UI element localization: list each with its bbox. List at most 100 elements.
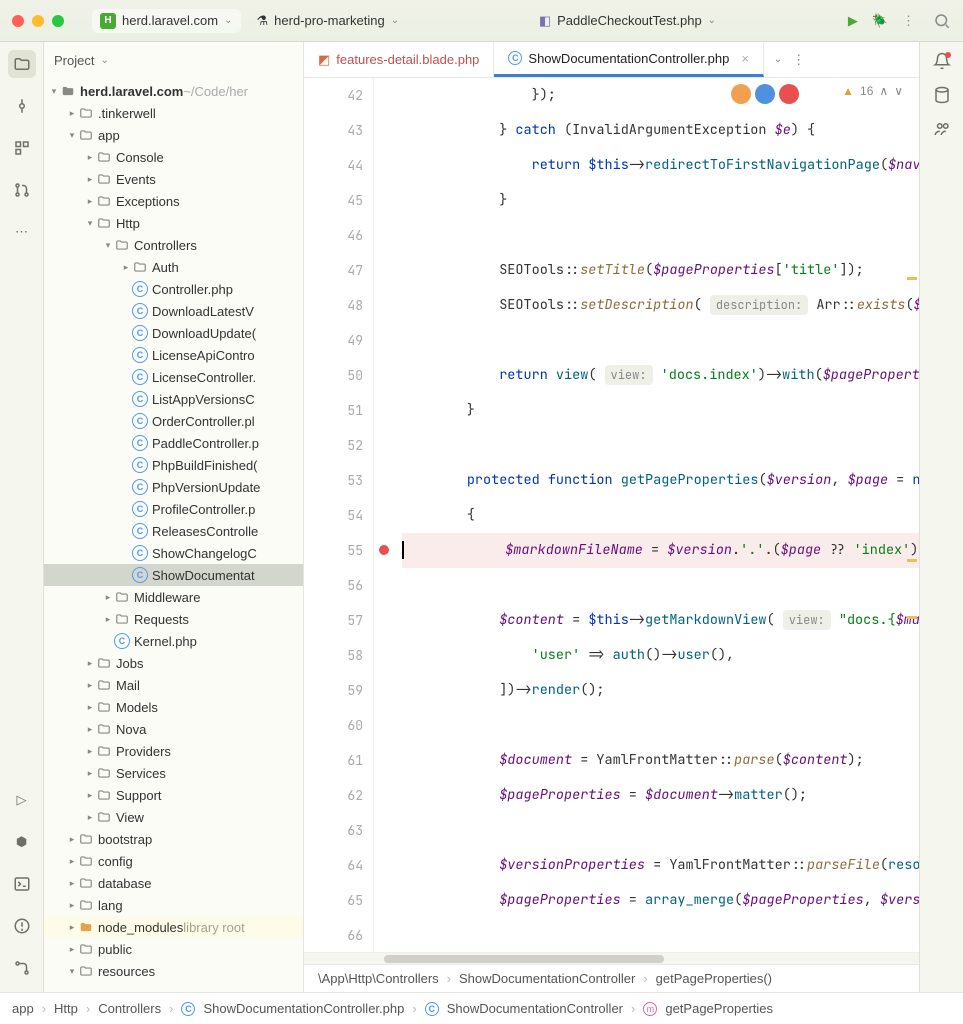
database-icon[interactable] (933, 86, 951, 104)
tree-item[interactable]: ▸database (44, 872, 303, 894)
tree-item[interactable]: ▸Support (44, 784, 303, 806)
crumb-namespace[interactable]: \App\Http\Controllers (318, 971, 439, 986)
tree-item[interactable]: ▸.tinkerwell (44, 102, 303, 124)
tree-item[interactable]: CReleasesControlle (44, 520, 303, 542)
tree-item[interactable]: ▸Console (44, 146, 303, 168)
navigation-bar[interactable]: app› Http› Controllers› C ShowDocumentat… (0, 992, 963, 1024)
tree-item[interactable]: CPaddleController.p (44, 432, 303, 454)
more-icon[interactable]: ⋮ (902, 13, 915, 29)
crumb-item[interactable]: ShowDocumentationController.php (203, 1001, 404, 1016)
tree-item[interactable]: ▸Exceptions (44, 190, 303, 212)
tree-item[interactable]: CDownloadLatestV (44, 300, 303, 322)
class-icon: C (181, 1002, 195, 1016)
project-selector-1[interactable]: H herd.laravel.com ⌄ (92, 9, 241, 33)
tab-show-documentation[interactable]: C ShowDocumentationController.php × (494, 42, 764, 77)
code-content[interactable]: }); } catch (InvalidArgumentException $e… (394, 78, 919, 952)
services-tool-icon[interactable]: ⬢ (8, 828, 36, 856)
title-bar: H herd.laravel.com ⌄ ⚗ herd-pro-marketin… (0, 0, 963, 42)
tree-item[interactable]: ▸config (44, 850, 303, 872)
tree-item[interactable]: ▸Providers (44, 740, 303, 762)
tab-label: ShowDocumentationController.php (528, 51, 729, 66)
tree-item[interactable]: CPhpVersionUpdate (44, 476, 303, 498)
crumb-item[interactable]: Http (54, 1001, 78, 1016)
crumb-item[interactable]: ShowDocumentationController (447, 1001, 623, 1016)
more-tool-icon[interactable]: ⋯ (8, 218, 36, 246)
tree-item[interactable]: ▸Services (44, 762, 303, 784)
project-tool-icon[interactable] (8, 50, 36, 78)
tab-features-blade[interactable]: ◩ features-detail.blade.php (304, 42, 494, 77)
project-name: herd.laravel.com (122, 13, 218, 28)
inspection-bar[interactable]: ▲ 16 ∧ ∨ (842, 84, 903, 98)
tree-item[interactable]: ▸Nova (44, 718, 303, 740)
crumb-item[interactable]: getPageProperties (665, 1001, 773, 1016)
tree-item[interactable]: ▾Controllers (44, 234, 303, 256)
crumb-item[interactable]: app (12, 1001, 34, 1016)
terminal-tool-icon[interactable] (8, 870, 36, 898)
run-config-label: PaddleCheckoutTest.php (557, 13, 702, 28)
breakpoint-column[interactable] (374, 78, 394, 952)
problems-tool-icon[interactable] (8, 912, 36, 940)
close-window[interactable] (12, 15, 24, 27)
tree-item[interactable]: ▸node_modules library root (44, 916, 303, 938)
vcs-tool-icon[interactable] (8, 954, 36, 982)
close-icon[interactable]: × (741, 51, 749, 66)
tree-item[interactable]: ▸Models (44, 696, 303, 718)
tree-item[interactable]: ▸public (44, 938, 303, 960)
editor-breadcrumb[interactable]: \App\Http\Controllers› ShowDocumentation… (304, 964, 919, 992)
tree-item[interactable]: CShowChangelogC (44, 542, 303, 564)
tree-item[interactable]: CController.php (44, 278, 303, 300)
pull-requests-icon[interactable] (8, 176, 36, 204)
tree-item[interactable]: CKernel.php (44, 630, 303, 652)
crumb-class[interactable]: ShowDocumentationController (459, 971, 635, 986)
tree-item[interactable]: CProfileController.p (44, 498, 303, 520)
project-header[interactable]: Project ⌄ (44, 42, 303, 78)
tree-item[interactable]: CListAppVersionsC (44, 388, 303, 410)
run-icon[interactable]: ▶ (848, 13, 858, 29)
tree-item[interactable]: COrderController.pl (44, 410, 303, 432)
current-run-config[interactable]: ◧ PaddleCheckoutTest.php ⌄ (415, 13, 840, 29)
crumb-method[interactable]: getPageProperties() (656, 971, 772, 986)
tree-item[interactable]: ▸bootstrap (44, 828, 303, 850)
tree-item[interactable]: ▸Auth (44, 256, 303, 278)
crumb-item[interactable]: Controllers (98, 1001, 161, 1016)
chevron-down-icon: ⌄ (100, 55, 108, 66)
php-test-icon: ◧ (539, 13, 551, 29)
notifications-icon[interactable] (933, 52, 951, 70)
tree-item[interactable]: ▾Http (44, 212, 303, 234)
tree-item[interactable]: CPhpBuildFinished( (44, 454, 303, 476)
tree-item[interactable]: ▸lang (44, 894, 303, 916)
prev-icon[interactable]: ∧ (879, 84, 888, 98)
code-area[interactable]: 4243444546474849505152535455565758596061… (304, 78, 919, 952)
debug-icon[interactable]: 🪲 (872, 13, 888, 29)
tree-item[interactable]: ▸Requests (44, 608, 303, 630)
tree-item[interactable]: CShowDocumentat (44, 564, 303, 586)
tree-item[interactable]: CLicenseController. (44, 366, 303, 388)
project-selector-2[interactable]: ⚗ herd-pro-marketing ⌄ (249, 9, 408, 33)
search-icon[interactable] (933, 12, 951, 30)
tree-item[interactable]: ▾resources (44, 960, 303, 982)
maximize-window[interactable] (52, 15, 64, 27)
project-tree[interactable]: ▾herd.laravel.com ~/Code/her▸.tinkerwell… (44, 78, 303, 992)
tree-item[interactable]: ▸Jobs (44, 652, 303, 674)
run-tool-icon[interactable]: ▷ (8, 786, 36, 814)
horizontal-scrollbar[interactable] (304, 952, 919, 964)
blade-icon: ◩ (318, 52, 330, 68)
next-icon[interactable]: ∨ (894, 84, 903, 98)
more-icon[interactable]: ⋮ (792, 52, 805, 68)
tree-item[interactable]: CLicenseApiContro (44, 344, 303, 366)
chevron-down-icon: ⌄ (708, 15, 716, 26)
minimize-window[interactable] (32, 15, 44, 27)
commit-tool-icon[interactable] (8, 92, 36, 120)
tab-actions: ⌄ ⋮ (764, 42, 815, 77)
minimap[interactable] (905, 116, 919, 922)
run-actions: ▶ 🪲 ⋮ (848, 13, 915, 29)
chevron-down-icon[interactable]: ⌄ (774, 54, 782, 65)
tree-item[interactable]: CDownloadUpdate( (44, 322, 303, 344)
structure-tool-icon[interactable] (8, 134, 36, 162)
tree-item[interactable]: ▾app (44, 124, 303, 146)
tree-item[interactable]: ▸Middleware (44, 586, 303, 608)
tree-item[interactable]: ▸View (44, 806, 303, 828)
code-with-me-icon[interactable] (933, 120, 951, 138)
tree-item[interactable]: ▸Events (44, 168, 303, 190)
tree-item[interactable]: ▸Mail (44, 674, 303, 696)
